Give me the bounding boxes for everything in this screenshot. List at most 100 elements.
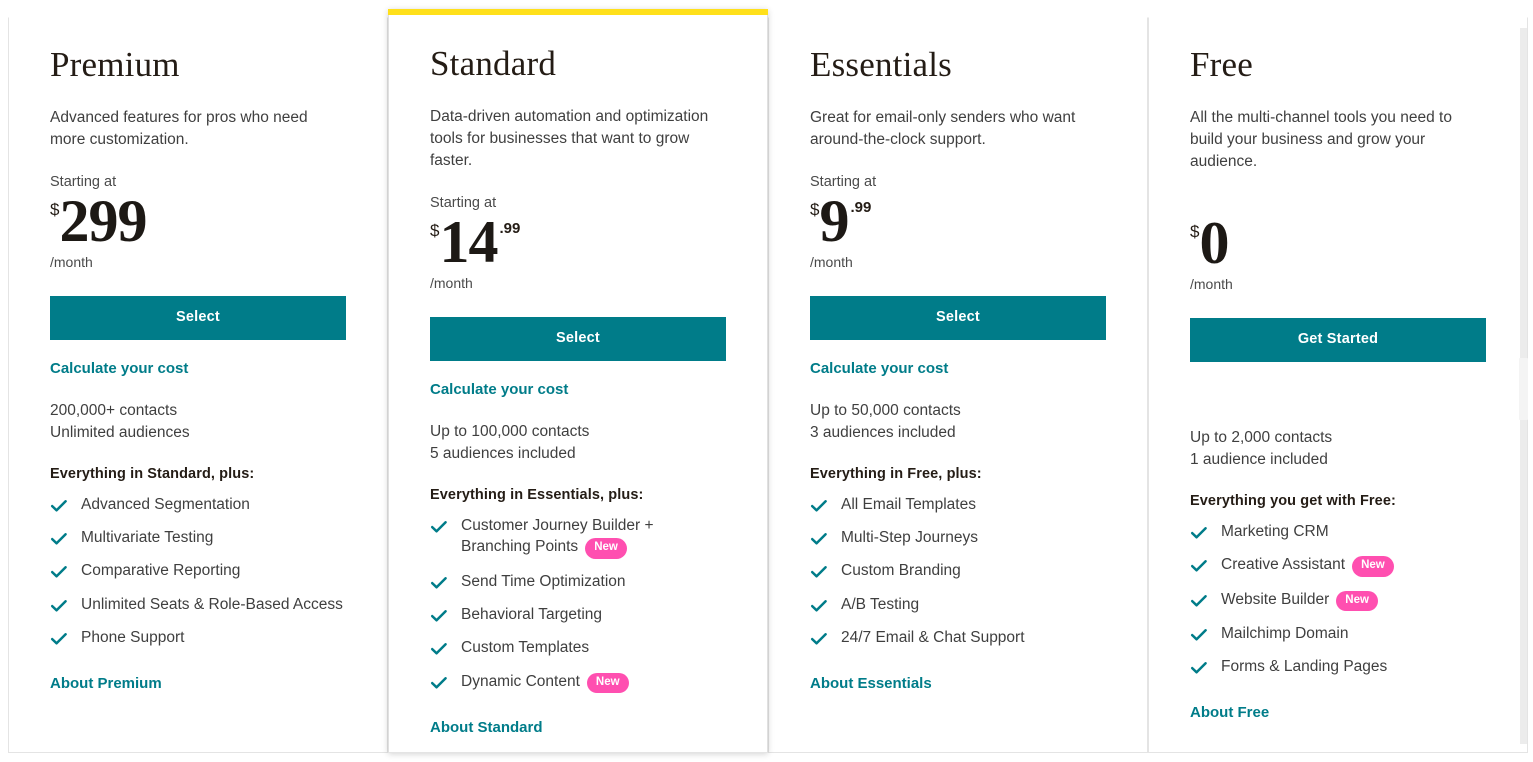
price-cents: .99 bbox=[499, 220, 521, 238]
calculate-your-cost-link[interactable]: Calculate your cost bbox=[810, 360, 948, 378]
audiences-included: 3 audiences included bbox=[810, 423, 956, 441]
plan-description: All the multi-channel tools you need to … bbox=[1190, 109, 1452, 171]
feature-item: Marketing CRM bbox=[1190, 521, 1486, 542]
features-heading: Everything in Standard, plus: bbox=[50, 465, 255, 482]
plan-cta-button-premium[interactable]: Select bbox=[50, 296, 346, 340]
recommended-highlight-bar bbox=[388, 9, 768, 15]
price-amount: 299 bbox=[59, 188, 147, 255]
plan-title: Standard bbox=[430, 44, 557, 83]
plan-card-premium: Premium Advanced features for pros who ne… bbox=[8, 17, 388, 753]
check-icon bbox=[810, 630, 828, 648]
feature-label: Multivariate Testing bbox=[81, 529, 214, 547]
feature-label: Multi-Step Journeys bbox=[841, 529, 978, 547]
calculate-your-cost-link[interactable]: Calculate your cost bbox=[50, 360, 188, 378]
plan-cta-button-free[interactable]: Get Started bbox=[1190, 318, 1486, 362]
price-amount: 9 bbox=[819, 188, 849, 255]
plan-feature-list: Customer Journey Builder + Branching Poi… bbox=[430, 515, 726, 694]
contacts-limit: Up to 2,000 contacts bbox=[1190, 428, 1333, 446]
plan-cta-button-standard[interactable]: Select bbox=[430, 317, 726, 361]
plan-feature-list: All Email Templates Multi-Step Journeys Cu… bbox=[810, 494, 1106, 649]
feature-label: Phone Support bbox=[81, 629, 185, 647]
plan-title: Free bbox=[1190, 45, 1253, 84]
plan-inner-premium: Premium Advanced features for pros who ne… bbox=[50, 18, 346, 693]
feature-label: A/B Testing bbox=[841, 595, 920, 613]
pricing-plans-container: Premium Advanced features for pros who ne… bbox=[0, 0, 1533, 762]
check-icon bbox=[430, 574, 448, 592]
about-plan-link-standard[interactable]: About Standard bbox=[430, 719, 543, 736]
plan-inner-free: Free All the multi-channel tools you need… bbox=[1190, 18, 1486, 722]
feature-label: Forms & Landing Pages bbox=[1221, 658, 1388, 676]
feature-text-wrap: Forms & Landing Pages bbox=[1221, 656, 1387, 677]
about-plan-link-essentials[interactable]: About Essentials bbox=[810, 675, 932, 692]
check-icon bbox=[1190, 557, 1208, 575]
plan-cta-button-essentials[interactable]: Select bbox=[810, 296, 1106, 340]
new-badge: New bbox=[586, 672, 629, 694]
feature-text-wrap: A/B Testing bbox=[841, 594, 919, 615]
plan-inner-essentials: Essentials Great for email-only senders w… bbox=[810, 18, 1106, 693]
feature-item: Multi-Step Journeys bbox=[810, 527, 1106, 548]
price-amount: 14 bbox=[439, 209, 498, 276]
feature-text-wrap: Marketing CRM bbox=[1221, 521, 1329, 542]
check-icon bbox=[430, 640, 448, 658]
feature-text-wrap: Comparative Reporting bbox=[81, 560, 240, 581]
feature-text-wrap: Dynamic Content New bbox=[461, 671, 629, 694]
price-currency-symbol: $ bbox=[1190, 222, 1200, 242]
plan-description: Data-driven automation and optimization … bbox=[430, 108, 709, 170]
feature-label: All Email Templates bbox=[841, 495, 976, 513]
feature-label: Creative Assistant bbox=[1221, 556, 1346, 574]
plan-inner-standard: Standard Data-driven automation and optim… bbox=[430, 17, 726, 737]
check-icon bbox=[430, 674, 448, 692]
feature-text-wrap: Behavioral Targeting bbox=[461, 604, 602, 625]
feature-item: Comparative Reporting bbox=[50, 560, 346, 581]
plan-title: Essentials bbox=[810, 45, 952, 84]
features-heading: Everything you get with Free: bbox=[1190, 492, 1396, 509]
contacts-limit: Up to 100,000 contacts bbox=[430, 422, 590, 440]
audiences-included: 5 audiences included bbox=[430, 444, 576, 462]
check-icon bbox=[810, 530, 828, 548]
page-scrollbar-thumb[interactable] bbox=[1519, 358, 1528, 420]
feature-label: Comparative Reporting bbox=[81, 562, 241, 580]
calculate-your-cost-link[interactable]: Calculate your cost bbox=[430, 381, 568, 399]
check-icon bbox=[810, 563, 828, 581]
check-icon bbox=[50, 630, 68, 648]
plan-feature-list: Marketing CRM Creative Assistant New Websit… bbox=[1190, 521, 1486, 678]
feature-text-wrap: Customer Journey Builder + Branching Poi… bbox=[461, 515, 726, 559]
price-period: /month bbox=[810, 254, 853, 271]
feature-text-wrap: Creative Assistant New bbox=[1221, 554, 1394, 577]
plan-title: Premium bbox=[50, 45, 180, 84]
plan-description: Great for email-only senders who want ar… bbox=[810, 109, 1076, 149]
feature-text-wrap: All Email Templates bbox=[841, 494, 976, 515]
feature-item: Advanced Segmentation bbox=[50, 494, 346, 515]
check-icon bbox=[430, 607, 448, 625]
check-icon bbox=[50, 563, 68, 581]
feature-item: Forms & Landing Pages bbox=[1190, 656, 1486, 677]
feature-text-wrap: Phone Support bbox=[81, 627, 184, 648]
feature-item: Behavioral Targeting bbox=[430, 604, 726, 625]
check-icon bbox=[50, 530, 68, 548]
check-icon bbox=[430, 518, 448, 536]
check-icon bbox=[810, 497, 828, 515]
plan-feature-list: Advanced Segmentation Multivariate Testin… bbox=[50, 494, 346, 649]
feature-item: Send Time Optimization bbox=[430, 571, 726, 592]
price-period: /month bbox=[430, 275, 473, 292]
feature-item: Multivariate Testing bbox=[50, 527, 346, 548]
feature-text-wrap: Mailchimp Domain bbox=[1221, 623, 1348, 644]
about-plan-link-free[interactable]: About Free bbox=[1190, 704, 1269, 721]
new-badge: New bbox=[1336, 590, 1378, 612]
feature-text-wrap: Website Builder New bbox=[1221, 589, 1378, 612]
plan-card-free: Free All the multi-channel tools you need… bbox=[1148, 17, 1528, 753]
price-period: /month bbox=[1190, 276, 1233, 293]
starting-at-label: Starting at bbox=[810, 174, 877, 191]
plan-price: $14.99 bbox=[430, 209, 726, 276]
feature-item: A/B Testing bbox=[810, 594, 1106, 615]
plan-description: Advanced features for pros who need more… bbox=[50, 109, 308, 149]
price-cents bbox=[146, 194, 148, 200]
check-icon bbox=[1190, 592, 1208, 610]
about-plan-link-premium[interactable]: About Premium bbox=[50, 675, 162, 692]
feature-label: Custom Branding bbox=[841, 562, 961, 580]
check-icon bbox=[810, 597, 828, 615]
feature-item: 24/7 Email & Chat Support bbox=[810, 627, 1106, 648]
feature-label: Website Builder bbox=[1221, 590, 1330, 608]
feature-label: Unlimited Seats & Role-Based Access bbox=[81, 595, 343, 613]
feature-text-wrap: Multi-Step Journeys bbox=[841, 527, 978, 548]
